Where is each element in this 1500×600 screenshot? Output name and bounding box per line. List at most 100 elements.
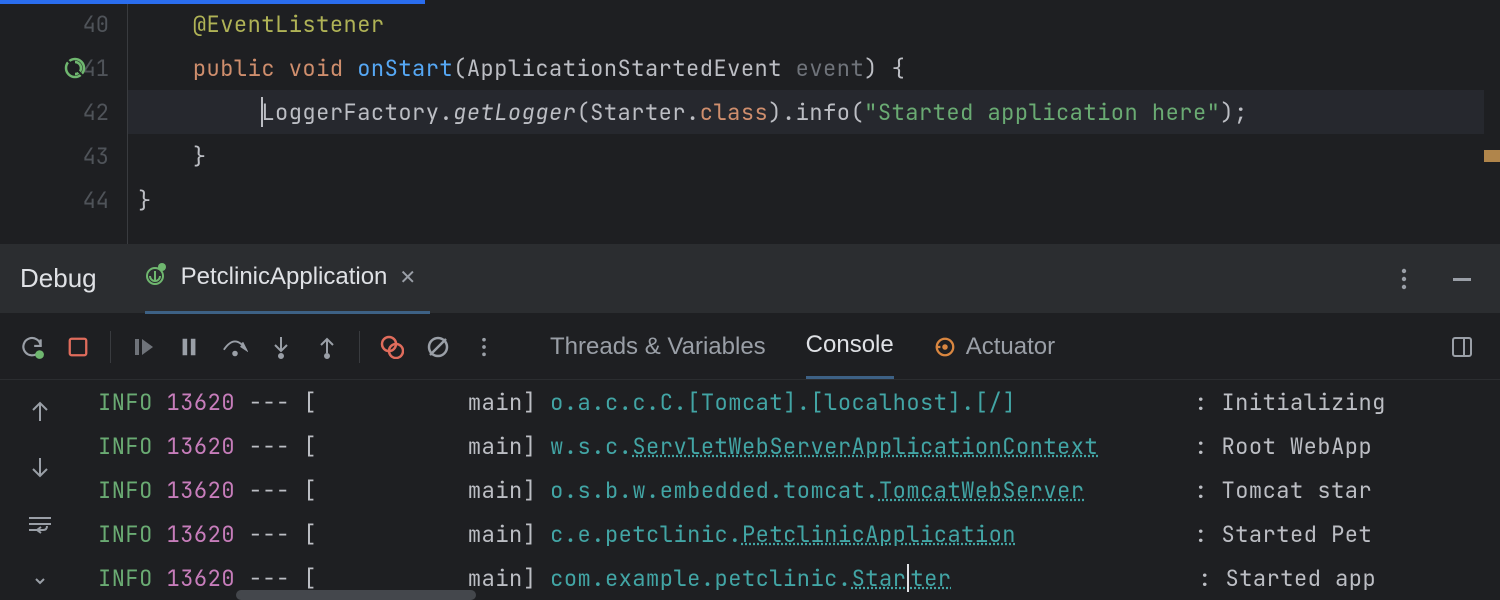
toolbar-separator xyxy=(359,331,360,363)
gutter-line[interactable]: 42 xyxy=(0,90,127,134)
minimap[interactable] xyxy=(1484,0,1500,244)
step-over-button[interactable] xyxy=(215,327,255,367)
code-token: event xyxy=(796,54,865,83)
log-thread: main xyxy=(317,388,523,417)
code-line[interactable]: public void onStart(ApplicationStartedEv… xyxy=(128,46,1500,90)
tab-console[interactable]: Console xyxy=(806,314,894,379)
log-logger: o.s.b.w.embedded.tomcat. xyxy=(550,476,879,505)
stop-button[interactable] xyxy=(58,327,98,367)
code-token: } xyxy=(193,142,207,171)
minimize-icon[interactable] xyxy=(1448,265,1476,293)
rerun-button[interactable] xyxy=(12,327,52,367)
debug-toolwindow-header: Debug PetclinicApplication ✕ xyxy=(0,244,1500,314)
console-output[interactable]: INFO 13620 --- [ main] o.a.c.c.C.[Tomcat… xyxy=(80,380,1500,600)
line-number: 43 xyxy=(71,142,109,171)
log-pid: 13620 xyxy=(167,564,236,593)
toolbar-separator xyxy=(110,331,111,363)
text-cursor xyxy=(907,564,909,592)
code-editor[interactable]: 40 41 42 43 44 @EventListener public void on… xyxy=(0,0,1500,244)
tab-threads-variables[interactable]: Threads & Variables xyxy=(550,314,766,379)
log-logger: c.e.petclinic. xyxy=(550,520,742,549)
run-gutter-icon[interactable] xyxy=(62,55,88,81)
step-into-button[interactable] xyxy=(261,327,301,367)
code-token: void xyxy=(289,54,358,83)
soft-wrap-button[interactable] xyxy=(20,505,60,544)
code-line[interactable]: } xyxy=(128,178,1500,222)
console-line[interactable]: INFO 13620 --- [ main] o.a.c.c.C.[Tomcat… xyxy=(98,380,1500,424)
editor-gutter: 40 41 42 43 44 xyxy=(0,0,128,244)
log-level: INFO xyxy=(98,388,153,417)
log-message: Started Pet xyxy=(1222,520,1373,549)
line-number: 40 xyxy=(71,10,109,39)
console-line[interactable]: INFO 13620 --- [ main] w.s.c.ServletWebS… xyxy=(98,424,1500,468)
log-message: Initializing xyxy=(1221,388,1385,417)
code-token: ) { xyxy=(864,54,905,83)
code-token: LoggerFactory xyxy=(261,98,439,127)
view-breakpoints-button[interactable] xyxy=(372,327,412,367)
log-logger: w.s.c. xyxy=(550,432,632,461)
code-token: ).info( xyxy=(768,98,864,127)
log-thread: main xyxy=(317,520,523,549)
step-out-button[interactable] xyxy=(307,327,347,367)
log-level: INFO xyxy=(98,520,153,549)
debug-run-tab-label: PetclinicApplication xyxy=(181,263,388,291)
close-icon[interactable]: ✕ xyxy=(399,265,416,290)
actuator-icon xyxy=(934,336,956,358)
console-panel: INFO 13620 --- [ main] o.a.c.c.C.[Tomcat… xyxy=(0,380,1500,600)
log-level: INFO xyxy=(98,476,153,505)
log-pid: 13620 xyxy=(167,432,236,461)
log-pid: 13620 xyxy=(167,388,236,417)
code-line[interactable]: LoggerFactory.getLogger(Starter.class).i… xyxy=(128,90,1500,134)
code-token: "Started application here" xyxy=(864,98,1220,127)
console-line[interactable]: INFO 13620 --- [ main] c.e.petclinic.Pet… xyxy=(98,512,1500,556)
code-token: . xyxy=(439,98,453,127)
scroll-to-top-button[interactable] xyxy=(20,392,60,431)
log-pid: 13620 xyxy=(167,520,236,549)
mute-breakpoints-button[interactable] xyxy=(418,327,458,367)
code-token: } xyxy=(138,186,152,215)
log-message: Started app xyxy=(1226,564,1377,593)
code-token: ApplicationStartedEvent xyxy=(467,54,796,83)
loading-progress-bar xyxy=(0,0,425,4)
expand-icon[interactable] xyxy=(20,562,60,600)
gutter-line[interactable]: 41 xyxy=(0,46,127,90)
log-level: INFO xyxy=(98,564,153,593)
layout-settings-button[interactable] xyxy=(1442,327,1482,367)
line-number: 42 xyxy=(71,98,109,127)
resume-button[interactable] xyxy=(123,327,163,367)
code-token: onStart xyxy=(357,54,453,83)
code-token: class xyxy=(700,98,769,127)
line-number: 44 xyxy=(71,186,109,215)
code-line[interactable]: @EventListener xyxy=(128,2,1500,46)
code-area[interactable]: @EventListener public void onStart(Appli… xyxy=(128,0,1500,244)
log-thread: main xyxy=(317,476,523,505)
console-sidebar xyxy=(0,380,80,600)
scroll-to-bottom-button[interactable] xyxy=(20,449,60,488)
gutter-line[interactable]: 44 xyxy=(0,178,127,222)
minimap-marker[interactable] xyxy=(1484,150,1500,162)
more-vertical-icon[interactable] xyxy=(1390,265,1418,293)
gutter-line[interactable]: 43 xyxy=(0,134,127,178)
log-thread: main xyxy=(317,564,523,593)
log-message: Tomcat star xyxy=(1222,476,1373,505)
code-token: (Starter. xyxy=(576,98,699,127)
log-logger: o.a.c.c.C.[Tomcat].[localhost].[/] xyxy=(550,388,1016,417)
code-token: getLogger xyxy=(453,98,576,127)
gutter-line[interactable]: 40 xyxy=(0,2,127,46)
code-line[interactable]: } xyxy=(128,134,1500,178)
tab-actuator-label: Actuator xyxy=(966,333,1055,361)
debug-run-tab[interactable]: PetclinicApplication ✕ xyxy=(145,244,431,314)
console-line[interactable]: INFO 13620 --- [ main] o.s.b.w.embedded.… xyxy=(98,468,1500,512)
horizontal-scrollbar[interactable] xyxy=(236,590,476,600)
code-token: @EventListener xyxy=(193,10,385,39)
tab-actuator[interactable]: Actuator xyxy=(934,314,1055,379)
debug-title: Debug xyxy=(20,263,97,294)
run-config-icon xyxy=(145,262,169,292)
pause-button[interactable] xyxy=(169,327,209,367)
code-token: ( xyxy=(453,54,467,83)
log-pid: 13620 xyxy=(167,476,236,505)
log-message: Root WebApp xyxy=(1221,432,1372,461)
log-thread: main xyxy=(317,432,523,461)
code-token: public xyxy=(193,54,289,83)
more-vertical-icon[interactable] xyxy=(464,327,504,367)
